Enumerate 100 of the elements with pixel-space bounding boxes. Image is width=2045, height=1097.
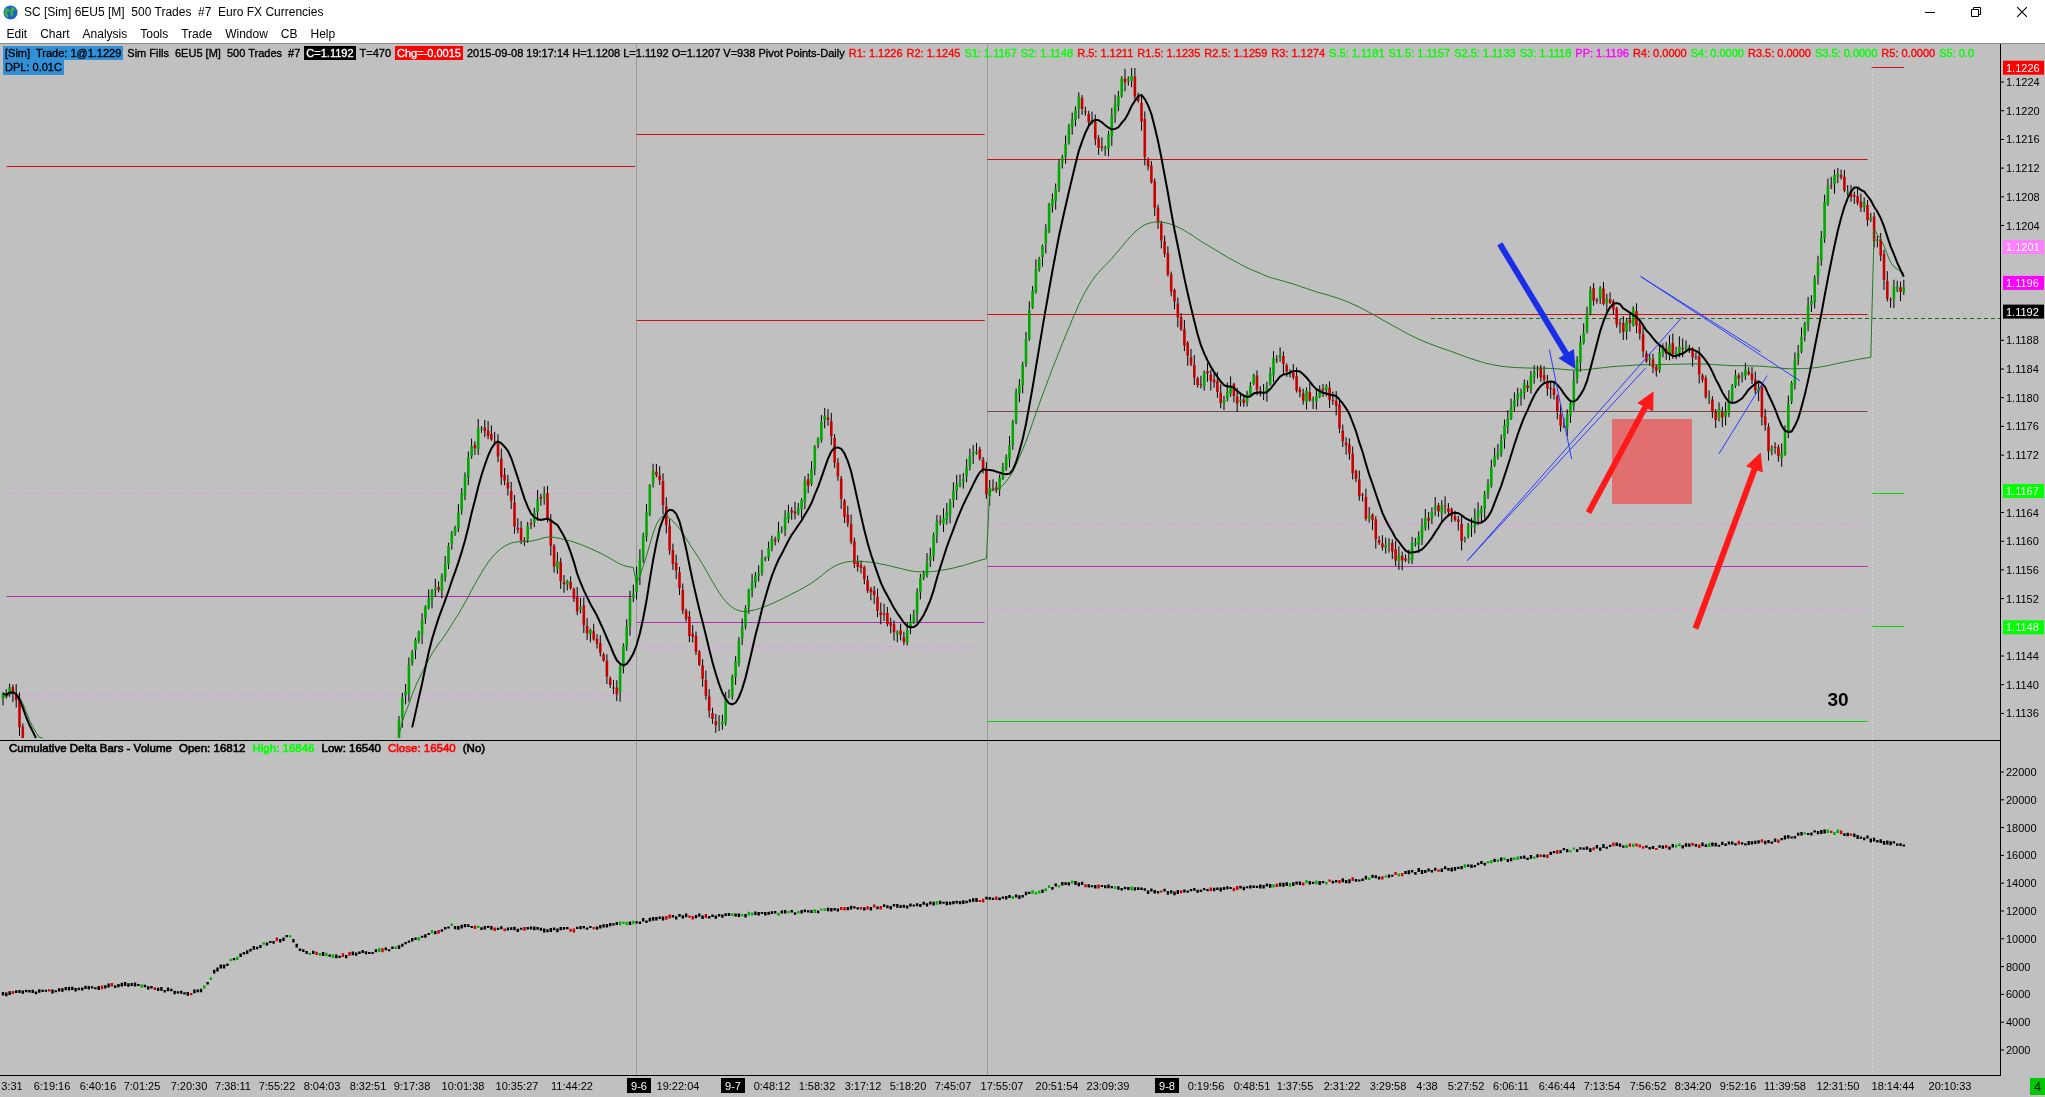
price-marker: 1.1226 — [2003, 60, 2044, 75]
menu-item[interactable]: CB — [274, 24, 304, 43]
study-header-text: Open: 16812 — [179, 741, 246, 755]
menu-item[interactable]: Edit — [0, 24, 34, 43]
price-axis-label: 1.1204 — [2006, 219, 2040, 232]
info-tag: Chg=-0.0015 — [395, 45, 463, 60]
time-axis-label: 11:39:58 — [1764, 1080, 1806, 1092]
price-axis-label: 1.1160 — [2006, 535, 2039, 548]
info-text: R5: 0.0000 — [1881, 45, 1936, 60]
study-header-text: High: 16846 — [252, 741, 315, 755]
menu-item[interactable]: Chart — [33, 24, 77, 43]
menu-item[interactable]: Analysis — [76, 24, 134, 43]
info-text: S2: 1.1148 — [1020, 45, 1074, 60]
time-axis-label: 12:31:50 — [1816, 1080, 1860, 1092]
time-axis-label: 23:09:39 — [1086, 1080, 1130, 1092]
restore-icon — [1971, 7, 1981, 17]
minimize-icon — [1925, 11, 1935, 13]
info-text: S3: 1.1118 — [1519, 45, 1572, 60]
time-axis-label: 5:27:52 — [1447, 1080, 1485, 1092]
menu-item[interactable]: Trade — [174, 24, 219, 43]
info-text: PP: 1.1196 — [1575, 45, 1629, 60]
price-axis-label: 1.1172 — [2006, 449, 2039, 462]
price-axis-label: 1.1164 — [2006, 506, 2039, 519]
menu-item[interactable]: Tools — [133, 24, 175, 43]
volume-axis-label: 20000 — [2006, 793, 2037, 806]
info-text: S1.5: 1.1157 — [1388, 45, 1451, 60]
time-axis-label: 10:01:38 — [441, 1080, 485, 1092]
price-axis-label: 1.1140 — [2006, 678, 2039, 691]
price-axis-label: 1.1144 — [2006, 650, 2039, 662]
time-axis-label: 8:32:51 — [349, 1080, 387, 1092]
chart-number-label: 30 — [1827, 689, 1849, 710]
study-header-text: Cumulative Delta Bars - Volume — [9, 741, 172, 755]
info-text: S5: 0.0 — [1939, 45, 1975, 60]
close-icon — [2017, 7, 2027, 17]
info-text: S3.5: 0.0000 — [1814, 45, 1878, 60]
time-axis-label: 8:34:20 — [1674, 1080, 1712, 1092]
price-axis-label: 1.1224 — [2006, 76, 2040, 88]
price-marker: 1.1196 — [2003, 275, 2044, 290]
time-axis-label: 6:46:44 — [1538, 1080, 1576, 1092]
volume-axis-label: 6000 — [2006, 988, 2031, 1001]
time-axis-label: 18:14:44 — [1871, 1080, 1915, 1092]
date-marker: 9-7 — [721, 1078, 745, 1093]
time-axis-label: 11:44:22 — [551, 1080, 593, 1092]
price-axis-label: 1.1180 — [2006, 391, 2039, 404]
time-axis-label: 9:17:38 — [393, 1080, 431, 1092]
price-axis-label: 1.1152 — [2006, 592, 2039, 605]
volume-axis-label: 8000 — [2006, 960, 2031, 973]
info-tag: [Sim] Trade: 1@1.1229 — [3, 45, 124, 60]
volume-axis-label: 2000 — [2006, 1044, 2031, 1056]
info-text: S4: 0.0000 — [1690, 45, 1744, 60]
menu-item[interactable]: Help — [304, 24, 342, 43]
time-axis-label: 3:17:12 — [844, 1080, 882, 1092]
time-axis-label: 2:31:22 — [1323, 1080, 1361, 1092]
time-axis-label: 3:29:58 — [1369, 1080, 1407, 1092]
time-axis-label: 4:38 — [1416, 1080, 1438, 1092]
volume-axis-label: 16000 — [2006, 849, 2037, 862]
info-text: 2015-09-08 19:17:14 H=1.1208 L=1.1192 O=1.1207 V=938 Pivot Points-Daily — [467, 45, 845, 60]
volume-axis-label: 14000 — [2006, 877, 2037, 890]
info-tag: C=1.1192 — [304, 45, 356, 60]
time-axis-label: 8:04:03 — [303, 1080, 341, 1092]
menu-item[interactable]: Window — [218, 24, 275, 43]
time-axis-label: 6:19:16 — [33, 1080, 71, 1092]
time-axis-label: 0:48:12 — [753, 1080, 791, 1092]
price-axis-label: 1.1216 — [2006, 133, 2040, 146]
time-axis-label: 1:37:55 — [1276, 1080, 1314, 1092]
price-axis-label: 1.1188 — [2006, 334, 2039, 347]
info-text: R2.5: 1.1259 — [1204, 45, 1268, 60]
info-text: R3.5: 0.0000 — [1747, 45, 1811, 60]
price-axis-label: 1.1136 — [2006, 707, 2039, 720]
price-marker: 1.1167 — [2003, 484, 2044, 498]
price-axis-label: 1.1212 — [2006, 162, 2040, 175]
time-axis-label: 5:18:20 — [889, 1080, 927, 1092]
time-axis-label: 0:48:51 — [1233, 1080, 1271, 1092]
time-axis-label: 10:35:27 — [495, 1080, 539, 1092]
price-axis-label: 1.1220 — [2006, 104, 2040, 117]
time-axis-label: 7:38:11 — [215, 1080, 251, 1092]
volume-axis-label: 22000 — [2006, 766, 2037, 778]
date-marker: 9-8 — [1155, 1078, 1179, 1093]
volume-axis-label: 10000 — [2006, 932, 2037, 945]
time-axis-label: 20:10:33 — [1928, 1080, 1972, 1092]
study-header-text: Close: 16540 — [388, 741, 456, 755]
info-text: R4: 0.0000 — [1632, 45, 1687, 60]
info-text: R.5: 1.1211 — [1077, 45, 1134, 60]
price-axis-label: 1.1156 — [2006, 563, 2039, 576]
info-text: S2.5: 1.1133 — [1454, 45, 1516, 60]
time-axis-label: 0:19:56 — [1187, 1080, 1225, 1092]
study-header-text: Low: 16540 — [321, 741, 381, 755]
time-axis-label: 7:13:54 — [1583, 1080, 1621, 1092]
time-axis-label: 6:40:16 — [79, 1080, 117, 1092]
info-text: R1.5: 1.1235 — [1137, 45, 1201, 60]
globe-icon — [3, 4, 18, 20]
time-axis-label: 19:22:04 — [656, 1080, 700, 1092]
info-text: S.5: 1.1181 — [1329, 45, 1385, 60]
time-axis-label: 3:31 — [1, 1080, 23, 1092]
time-axis-label: 1:58:32 — [798, 1080, 836, 1092]
time-axis-label: 17:55:07 — [980, 1080, 1024, 1092]
price-marker: 1.1201 — [2003, 240, 2044, 254]
info-text: S1: 1.1167 — [964, 45, 1017, 60]
volume-axis-label: 18000 — [2006, 821, 2037, 834]
window-title: SC [Sim] 6EU5 [M] 500 Trades #7 Euro FX Currencies — [24, 5, 324, 19]
